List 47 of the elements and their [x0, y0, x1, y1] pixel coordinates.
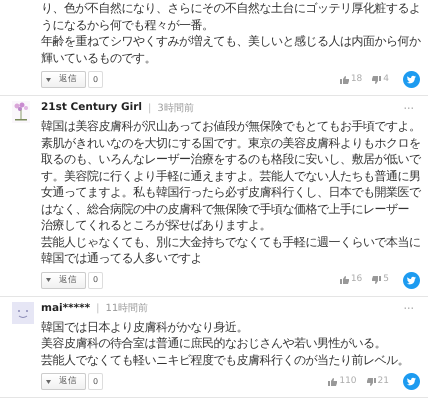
comment-line: 取るのも、いろんなレーザー治療をするのも格段に安いし、敷居が低いで — [41, 151, 422, 168]
comment-line: り、色が不自然になり、さらにその不自然な土台にゴッテリ厚化粧するよ — [41, 0, 422, 16]
thumbs-up-icon[interactable] — [340, 76, 349, 84]
author-name[interactable]: 21st Century Girl — [41, 100, 142, 116]
comment-line: 芸能人でなくても軽いニキビ程度でも皮膚科行くのが当たり前レベル。 — [41, 352, 410, 368]
comment-line: 芸能人じゃなくても、別に大金持ちでなくても手軽に週一くらいで本当に — [41, 234, 422, 250]
thumbs-up-icon[interactable] — [340, 276, 349, 284]
time-ago: 11時間前 — [105, 302, 148, 316]
comment-line: 美容皮膚科の待合室は普通に庶民的なおじさんや若い男性がいる。 — [41, 335, 387, 352]
reply-button[interactable]: 返信 — [41, 71, 86, 88]
reply-count: 0 — [88, 71, 104, 88]
twitter-share-icon[interactable] — [403, 373, 420, 390]
caret-icon — [46, 78, 51, 82]
caret-icon — [46, 380, 51, 384]
separator: | — [95, 302, 100, 316]
comment-line: 輝いているものです。 — [41, 50, 157, 66]
author-name[interactable]: mai***** — [41, 300, 90, 316]
thumbs-down-icon[interactable] — [372, 76, 382, 84]
reply-button[interactable]: 返信 — [41, 272, 86, 288]
comment-line: 韓国では通ってる人多いですよ — [41, 250, 203, 266]
thumbs-up-icon[interactable] — [328, 378, 338, 386]
separator: | — [147, 102, 152, 116]
comment-line: 韓国では日本より皮膚科がかなり身近。 — [41, 318, 249, 335]
reply-count: 0 — [88, 373, 104, 390]
twitter-share-icon[interactable] — [403, 71, 420, 88]
like-count: 16 — [350, 273, 362, 286]
dislike-count: 5 — [383, 273, 389, 286]
comment-line: はなく、総合病院の中の皮膚科で無保険で手頃な価格で上手にレーザー — [41, 200, 410, 217]
time-ago: 3時間前 — [157, 102, 194, 116]
thumbs-down-icon[interactable] — [366, 378, 376, 386]
comment-line: うになるから何でも程々が一番。 — [41, 16, 214, 33]
comment-line: 韓国は美容皮膚科が沢山あってお値段が無保険でもとてもお手頃ですよ。 — [41, 118, 422, 134]
like-count: 18 — [350, 72, 362, 86]
dislike-count: 4 — [383, 72, 389, 86]
comment-line: す。美容院に行くより手軽に通えますよ。芸能人でない人たちも普通に男 — [41, 168, 422, 184]
reply-button[interactable]: 返信 — [41, 373, 86, 390]
avatar-icon — [12, 302, 34, 324]
comment-line: 年齢を重ねてシワやくすみが増えても、美しいと感じる人は内面から何か — [41, 33, 422, 50]
like-count: 110 — [339, 374, 357, 388]
comment-line: 素肌がきれいなのを大切にする国です。東京の美容皮膚科よりもホクロを — [41, 134, 422, 151]
comment-line: 女通ってますよ。私も韓国行ったら必ず皮膚科行くし、日本でも開業医で — [41, 184, 422, 200]
dislike-count: 21 — [378, 374, 389, 388]
caret-icon — [46, 278, 51, 282]
twitter-share-icon[interactable] — [403, 272, 420, 288]
thumbs-down-icon[interactable] — [372, 276, 382, 284]
comment-line: 治療してくれるところが探せばありますよ。 — [41, 217, 272, 234]
reply-count: 0 — [88, 272, 104, 288]
